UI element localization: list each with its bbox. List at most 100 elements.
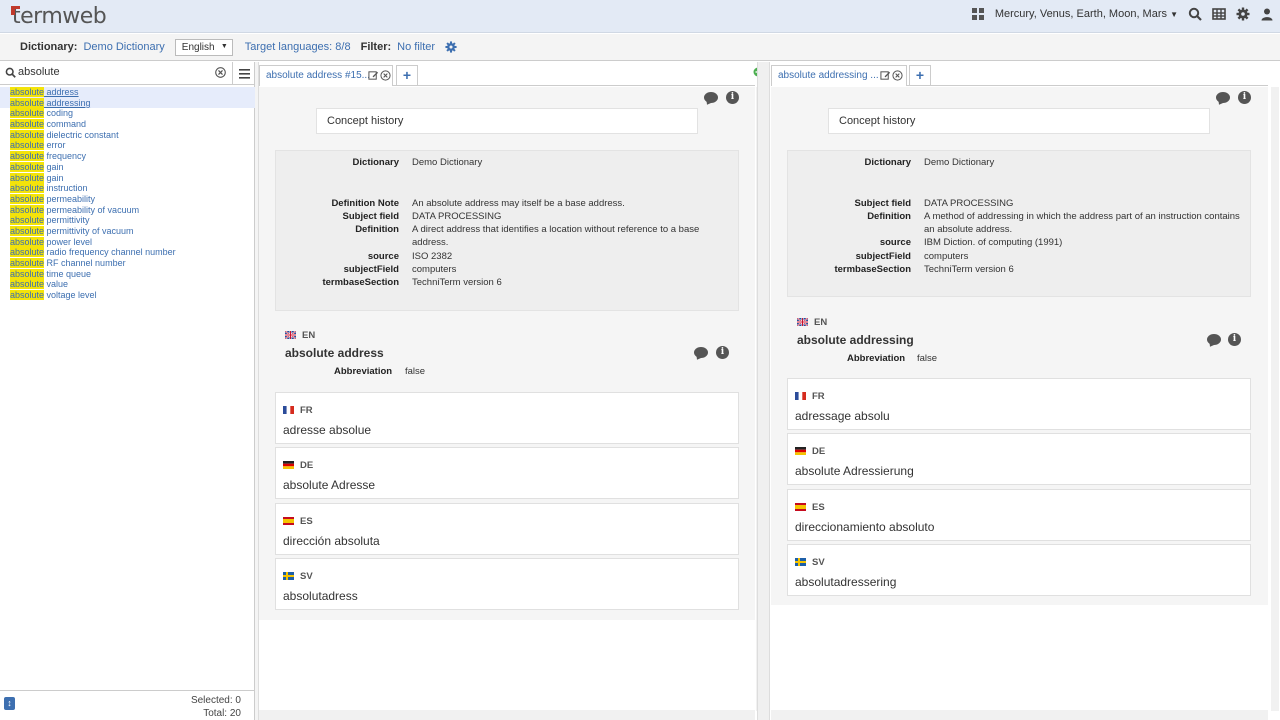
comment-icon[interactable]	[1207, 334, 1221, 345]
target-languages-link[interactable]: Target languages: 8/8	[245, 41, 351, 53]
close-tab-icon[interactable]	[380, 70, 391, 84]
language-card-sv[interactable]: SV absolutadressering	[787, 543, 1251, 596]
meta-key: Definition	[355, 224, 399, 235]
dictionary-link[interactable]: Demo Dictionary	[83, 41, 164, 53]
language-card-de[interactable]: DE absolute Adressierung	[787, 433, 1251, 486]
result-text: addressing	[44, 97, 91, 108]
pane-2-horizontal-scrollbar[interactable]	[771, 710, 1268, 720]
filter-settings-icon[interactable]	[445, 41, 457, 53]
info-icon[interactable]: i	[726, 91, 739, 104]
result-item[interactable]: absolute time queue	[0, 268, 255, 280]
info-icon[interactable]: i	[1228, 333, 1241, 346]
result-item[interactable]: absolute power level	[0, 236, 255, 248]
result-item[interactable]: absolute voltage level	[0, 290, 255, 301]
results-menu-button[interactable]	[232, 62, 255, 85]
pane-2-tabs: absolute addressing ... +	[771, 62, 1268, 86]
result-text: permeability of vacuum	[44, 204, 140, 215]
sweden-flag-icon	[283, 571, 294, 580]
result-item[interactable]: absolute permeability	[0, 193, 255, 205]
pane-2-empty-area	[771, 605, 1268, 710]
language-card-fr[interactable]: FR adresse absolue	[275, 392, 739, 444]
language-code: DE	[812, 446, 826, 458]
comment-icon[interactable]	[694, 347, 708, 358]
language-card-es[interactable]: ES direccionamiento absoluto	[787, 488, 1251, 541]
user-icon[interactable]	[1260, 7, 1274, 21]
language-select-value: English	[181, 41, 215, 53]
tab-absolute-address[interactable]: absolute address #15...	[259, 65, 393, 86]
search-input[interactable]	[18, 66, 214, 78]
language-card-fr[interactable]: FR adressage absolu	[787, 378, 1251, 430]
result-item[interactable]: absolute permeability of vacuum	[0, 204, 255, 216]
tab-absolute-addressing[interactable]: absolute addressing ...	[771, 65, 907, 86]
language-code: FR	[300, 405, 313, 416]
pane-1-horizontal-scrollbar[interactable]	[259, 710, 755, 720]
pane-1-body: i Concept history Dictionary Demo Diction…	[259, 87, 755, 620]
info-icon[interactable]: i	[716, 346, 729, 359]
tab-label: absolute addressing ...	[778, 70, 879, 81]
termweb-logo[interactable]: termweb	[11, 4, 107, 29]
edit-icon[interactable]	[880, 70, 891, 84]
language-select[interactable]: English ▼	[174, 38, 233, 56]
main-language: EN	[285, 330, 315, 341]
sort-icon[interactable]: ↕	[4, 697, 15, 710]
dictionary-label: Dictionary:	[20, 41, 78, 53]
database-selector[interactable]: Mercury, Venus, Earth, Moon, Mars ▼	[995, 8, 1178, 20]
result-item[interactable]: absolute error	[0, 140, 255, 151]
chevron-down-icon: ▼	[1170, 10, 1178, 19]
meta-value: Demo Dictionary	[924, 157, 995, 168]
result-item[interactable]: absolute addressing	[0, 97, 255, 109]
language-code: DE	[300, 460, 314, 472]
pane-1-empty-area	[259, 620, 755, 710]
result-item[interactable]: absolute coding	[0, 108, 255, 119]
result-item[interactable]: absolute gain	[0, 172, 255, 184]
add-tab-button[interactable]: +	[396, 65, 418, 86]
result-text: power level	[44, 236, 93, 247]
language-code: SV	[300, 570, 313, 582]
table-icon[interactable]	[1212, 7, 1226, 21]
middle-splitter[interactable]	[757, 62, 770, 720]
language-card-sv[interactable]: SV absolutadress	[275, 557, 739, 610]
result-item[interactable]: absolute radio frequency channel number	[0, 247, 255, 258]
language-term: absolutadress	[283, 588, 358, 603]
meta-key: Subject field	[854, 198, 911, 209]
result-item[interactable]: absolute instruction	[0, 183, 255, 194]
result-match-highlight: absolute	[10, 140, 45, 151]
language-term: absolute Adresse	[283, 478, 376, 493]
result-item[interactable]: absolute permittivity of vacuum	[0, 225, 255, 237]
info-icon[interactable]: i	[1238, 91, 1251, 104]
result-item[interactable]: absolute command	[0, 119, 255, 130]
edit-icon[interactable]	[368, 70, 379, 84]
clear-search-icon[interactable]	[215, 67, 226, 78]
result-item[interactable]: absolute RF channel number	[0, 258, 255, 269]
meta-value: An absolute address may itself be a base…	[412, 198, 625, 209]
result-item[interactable]: absolute permittivity	[0, 215, 255, 226]
search-icon[interactable]	[1188, 7, 1202, 21]
result-item[interactable]: absolute address	[0, 87, 255, 98]
search-bar	[0, 62, 255, 85]
gear-icon[interactable]	[1236, 7, 1250, 21]
meta-value: A direct address that identifies a locat…	[412, 224, 700, 235]
concept-history-button[interactable]: Concept history	[828, 108, 1210, 134]
sweden-flag-icon	[795, 557, 806, 566]
comment-icon[interactable]	[1216, 92, 1230, 103]
result-match-highlight: absolute	[10, 161, 45, 172]
result-item[interactable]: absolute gain	[0, 161, 255, 173]
pane-2-scrollbar[interactable]	[1271, 87, 1279, 711]
meta-value: TechniTerm version 6	[412, 277, 502, 288]
concept-history-button[interactable]: Concept history	[316, 108, 698, 134]
language-card-de[interactable]: DE absolute Adresse	[275, 447, 739, 500]
result-item[interactable]: absolute value	[0, 279, 255, 290]
result-text: coding	[44, 108, 74, 119]
meta-key: Definition Note	[331, 198, 399, 209]
language-card-es[interactable]: ES dirección absoluta	[275, 502, 739, 555]
pane-2-body: i Concept history Dictionary Demo Diction…	[771, 87, 1268, 605]
grid-apps-icon[interactable]	[971, 7, 985, 21]
close-tab-icon[interactable]	[892, 70, 903, 84]
database-selector-label: Mercury, Venus, Earth, Moon, Mars	[994, 8, 1168, 20]
comment-icon[interactable]	[704, 92, 718, 103]
result-item[interactable]: absolute dielectric constant	[0, 129, 255, 141]
result-item[interactable]: absolute frequency	[0, 151, 255, 162]
add-tab-button[interactable]: +	[909, 65, 931, 86]
result-match-highlight: absolute	[10, 108, 45, 119]
filter-link[interactable]: No filter	[397, 41, 435, 53]
